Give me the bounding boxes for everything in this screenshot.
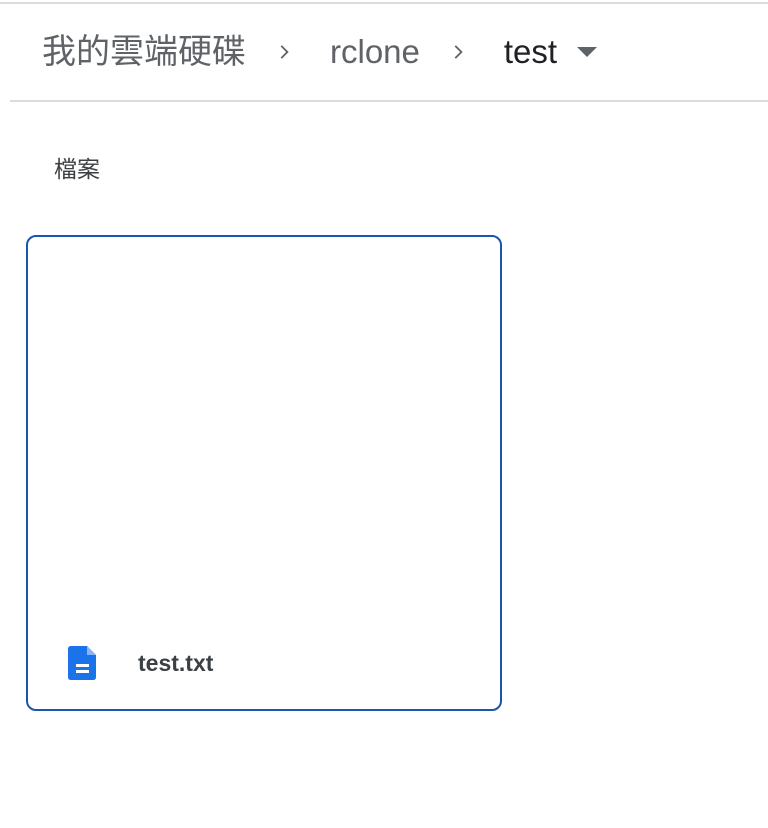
header-divider [10, 100, 768, 102]
chevron-right-icon [280, 45, 289, 59]
chevron-right-icon [454, 45, 463, 59]
doc-icon [68, 646, 96, 680]
header: 我的雲端硬碟 rclone test [0, 4, 768, 100]
file-preview[interactable] [28, 237, 500, 627]
breadcrumb-item-rclone[interactable]: rclone [330, 30, 420, 74]
breadcrumb-item-test[interactable]: test [504, 30, 557, 74]
file-name[interactable]: test.txt [138, 649, 213, 677]
file-card[interactable]: test.txt [26, 235, 502, 711]
file-footer: test.txt [28, 635, 500, 691]
breadcrumb: 我的雲端硬碟 rclone test [42, 30, 598, 74]
files-section-label: 檔案 [54, 157, 100, 183]
caret-down-icon[interactable] [577, 42, 598, 62]
breadcrumb-item-my-drive[interactable]: 我的雲端硬碟 [42, 30, 246, 74]
